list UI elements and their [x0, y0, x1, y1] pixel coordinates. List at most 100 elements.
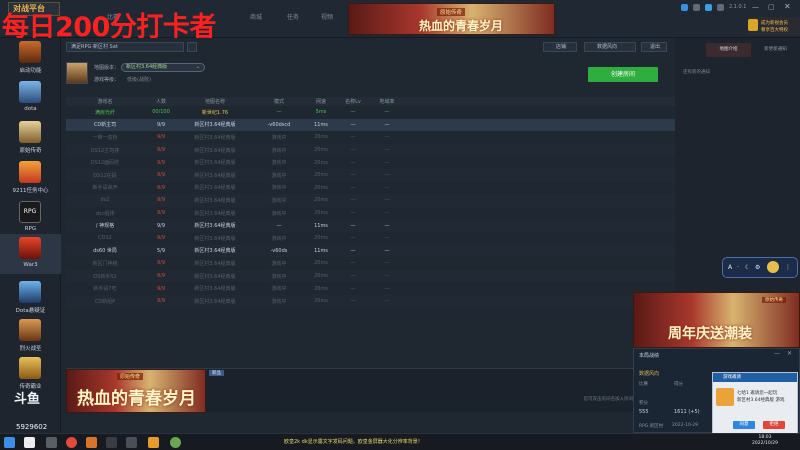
join-hint: 您可双击房间名加入房间 [583, 397, 634, 402]
sidebar-item-dota2[interactable]: Dota悬疑证 [0, 278, 61, 318]
tool-dot-icon[interactable]: · [737, 264, 739, 271]
channel-selector[interactable]: 满足RPG·新区村 Sat [66, 42, 184, 52]
stats-button[interactable]: 店铺 [543, 42, 577, 52]
app-icon-3[interactable] [148, 437, 159, 448]
right-ad-banner[interactable]: 原始传奇 周年庆送潮装 [633, 292, 800, 348]
cell-name: 新手请7吃 [93, 286, 117, 293]
sidebar-item-tasks[interactable]: 9211任务中心 [0, 158, 61, 198]
table-row[interactable]: 新手请来开 9/9 新区村3.64经典版 游戏中 20ms — — [66, 182, 675, 195]
cell-map: 新区村3.64经典版 [178, 118, 252, 132]
tool-a-icon[interactable]: A [728, 264, 732, 271]
fire-icon [19, 319, 41, 341]
chrome-icon[interactable] [66, 437, 77, 448]
accept-button[interactable]: 同意 [733, 421, 755, 429]
tool-avatar-icon[interactable] [767, 261, 779, 273]
app-icon-1[interactable] [106, 437, 117, 448]
top-ad-banner[interactable]: 原始传奇 热血的青春岁月 [348, 3, 555, 35]
start-icon[interactable] [4, 437, 15, 448]
sidebar-item-0[interactable]: 启动功能 [0, 38, 61, 78]
data-analysis-button[interactable]: 数据风向 [584, 42, 636, 52]
col-ping[interactable]: 网速 [306, 97, 336, 106]
sidebar-item-war3[interactable]: War3 [0, 234, 61, 274]
table-row[interactable]: CD新组P 9/9 新区村3.64经典版 游戏中 20ms — — [66, 294, 675, 308]
sidebar-item-legend[interactable]: 原始传奇 [0, 118, 61, 158]
sidebar-item-label: 烈火战圣 [19, 346, 42, 352]
dota2-icon [19, 281, 41, 303]
tab-update-notice[interactable]: 新更新通知 [753, 43, 798, 57]
search-icon[interactable] [24, 437, 35, 448]
tool-moon-icon[interactable]: ☾ [745, 264, 750, 271]
panel-close-icon[interactable]: ✕ [787, 350, 792, 357]
cell-mode: — [276, 109, 282, 116]
tab-video[interactable]: 视频 [321, 12, 333, 21]
table-row[interactable]: 满房光纤 00/100 新世纪1.76 — 5ms — — [66, 106, 675, 119]
cell-map: 新区村3.64经典版 [178, 294, 252, 308]
vip-promo[interactable]: 成为新视会员 尊享百大特权 [748, 17, 800, 35]
refresh-icon[interactable] [187, 42, 197, 52]
reject-button[interactable]: 拒绝 [763, 421, 785, 429]
table-row[interactable]: CD新主司 9/9 新区村3.64经典版 -v60dscd 11ms — — [66, 118, 675, 132]
table-row[interactable]: DS12主司排 9/9 新区村3.64经典版 游戏中 20ms — — [66, 143, 675, 157]
cell-name: CDS2 [98, 235, 112, 242]
col-lv[interactable]: 名称Lv [336, 97, 370, 106]
cell-mode: 游戏中 [271, 160, 287, 167]
tab-map-intro[interactable]: 地图介绍 [706, 43, 751, 57]
tab-store[interactable]: 商城 [250, 12, 262, 21]
create-room-button[interactable]: 创建房间 [588, 67, 658, 82]
room-table: 游戏名 人数 地图名称 模式 网速 名称Lv 地域率 满房光纤 00/100 新世纪… [66, 97, 675, 308]
tab-tasks[interactable]: 任务 [287, 12, 299, 21]
col-name[interactable]: 游戏名 [66, 97, 144, 106]
table-row[interactable]: CDS2 9/9 新区村3.64经典版 游戏中 20ms — — [66, 232, 675, 245]
stats-label: 店铺 [556, 44, 567, 50]
sidebar-item-rpg[interactable]: RPG RPG [0, 198, 61, 238]
vip-line2: 尊享百大特权 [761, 28, 788, 33]
map-version-select[interactable]: 新区村3.64经典版 ⌄ [121, 63, 205, 72]
app-icon-4[interactable] [170, 437, 181, 448]
level-value: 低级(战败) [127, 77, 151, 83]
exit-button[interactable]: 退出 [641, 42, 667, 52]
table-row[interactable]: 一换一造桥 9/9 新区村3.64经典版 游戏中 20ms — — [66, 131, 675, 144]
app-icon-2[interactable] [126, 437, 137, 448]
cell-map: 新区村3.64经典版 [178, 194, 252, 207]
game-launcher-icon[interactable] [86, 437, 97, 448]
col-count[interactable]: 人数 [144, 97, 178, 106]
sidebar-item-dota[interactable]: dota [0, 78, 61, 118]
table-row[interactable]: DS12在码 9/9 新区村3.64经典版 游戏中 20ms — — [66, 168, 675, 182]
cell-ping: 20ms [314, 235, 328, 242]
cell-name: / 神规格 [66, 219, 144, 232]
table-row[interactable]: ds60 世局 5/9 新区村3.64经典版 -v60ds 11ms — — [66, 244, 675, 258]
cell-name: ds2 [66, 194, 144, 207]
settings-icon[interactable] [717, 4, 724, 11]
taskview-icon[interactable] [46, 437, 57, 448]
user-icon[interactable] [681, 4, 688, 11]
col-rate[interactable]: 地域率 [370, 97, 404, 106]
footer-ad-banner[interactable]: 原始传奇 热血的青春岁月 [66, 369, 206, 413]
cell-spacer [404, 257, 675, 270]
vip-line1: 成为新视会员 [761, 21, 788, 26]
table-row[interactable]: ds2 9/9 新区村3.64经典版 游戏中 20ms — — [66, 194, 675, 207]
cell-count: 9/9 [144, 269, 178, 283]
col-map[interactable]: 地图名称 [178, 97, 252, 106]
table-row[interactable]: 新手请7吃 9/9 新区村3.64经典版 游戏中 20ms — — [66, 282, 675, 295]
panel-minimize-icon[interactable]: — [774, 350, 780, 357]
sidebar-item-label: RPG [24, 226, 37, 232]
cell-mode: -v60ds [252, 244, 306, 258]
restore-icon[interactable]: ▢ [768, 3, 775, 11]
sidebar-item-fire[interactable]: 烈火战圣 [0, 316, 61, 356]
table-row[interactable]: dsc组排 9/9 新区村3.64经典版 游戏中 20ms — — [66, 207, 675, 220]
cell-ping: 5ms [315, 109, 327, 116]
tool-gear-icon[interactable]: ⚙ [755, 264, 760, 271]
table-row[interactable]: 新区门神结 9/9 新区村3.64经典版 游戏中 20ms — — [66, 257, 675, 270]
shield-icon[interactable] [705, 4, 712, 11]
table-row[interactable]: DS新手S2 9/9 新区村3.64经典版 游戏中 20ms — — [66, 269, 675, 283]
close-icon[interactable]: ✕ [784, 2, 791, 11]
col-mode[interactable]: 模式 [252, 97, 306, 106]
floating-toolbar[interactable]: A · ☾ ⚙ ⋮ [722, 257, 798, 278]
table-row[interactable]: / 神规格 9/9 新区村3.64经典版 —11ms — — [66, 219, 675, 232]
table-row[interactable]: DS12面码结 9/9 新区村3.64经典版 游戏中 20ms — — [66, 156, 675, 169]
tool-expand-icon[interactable]: ⋮ [785, 264, 791, 271]
mail-icon[interactable] [693, 4, 700, 11]
invite-text-line1: 七哈1 邀请您一起玩 [737, 391, 778, 396]
cell-ping: 20ms [314, 260, 328, 267]
minimize-icon[interactable]: — [752, 3, 759, 11]
